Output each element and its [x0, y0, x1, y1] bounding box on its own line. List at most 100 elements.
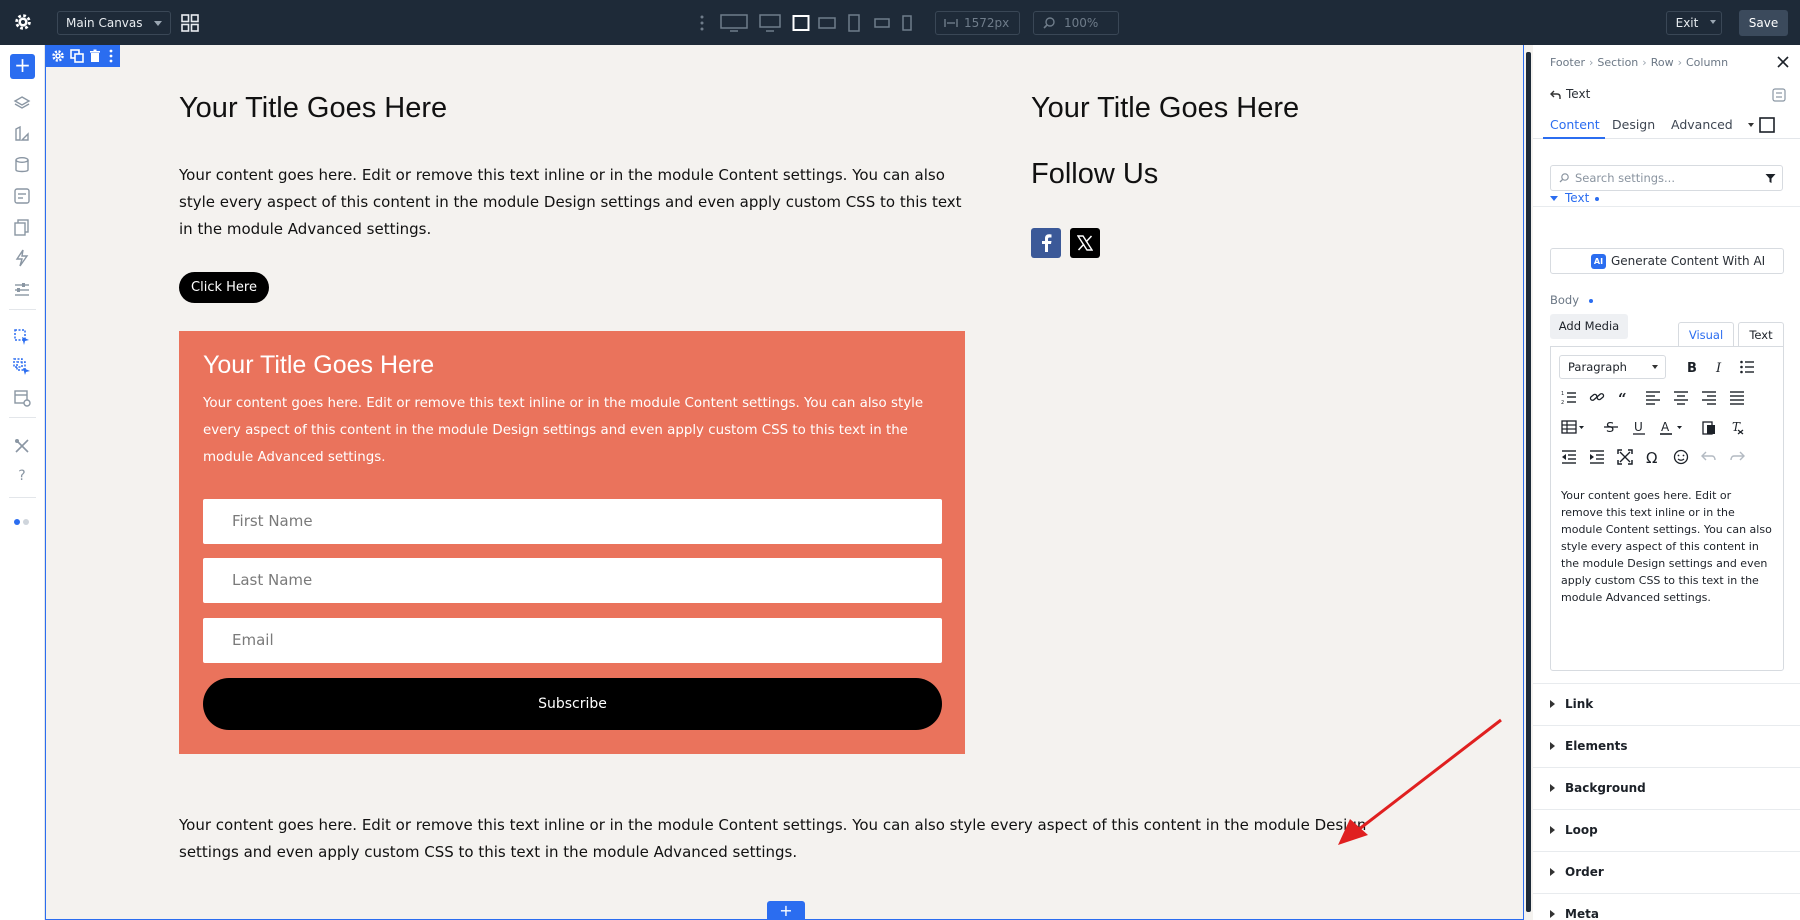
- gear-icon[interactable]: [12, 11, 34, 33]
- indent-icon[interactable]: [1589, 449, 1605, 465]
- panel-resize-handle[interactable]: [1526, 52, 1531, 912]
- follow-us-title[interactable]: Follow Us: [1031, 158, 1158, 191]
- page-settings-icon[interactable]: [13, 187, 31, 205]
- bold-icon[interactable]: B: [1683, 359, 1699, 375]
- search-placeholder: Search settings...: [1575, 171, 1675, 185]
- strikethrough-icon[interactable]: S: [1603, 419, 1619, 435]
- editor-content[interactable]: Your content goes here. Edit or remove t…: [1561, 487, 1775, 606]
- right-column-title[interactable]: Your Title Goes Here: [1031, 92, 1299, 125]
- help-icon[interactable]: ?: [13, 467, 31, 485]
- zoom-field[interactable]: 100%: [1033, 11, 1119, 35]
- link-icon[interactable]: [1589, 389, 1605, 405]
- accordion-elements[interactable]: Elements: [1533, 725, 1800, 767]
- subscribe-button[interactable]: Subscribe: [203, 678, 942, 730]
- tab-advanced[interactable]: Advanced: [1671, 117, 1733, 132]
- column-settings-icon[interactable]: [51, 49, 65, 63]
- accordion-loop[interactable]: Loop: [1533, 809, 1800, 851]
- canvas-select[interactable]: Main Canvas: [57, 11, 171, 35]
- accordion-background[interactable]: Background: [1533, 767, 1800, 809]
- preset-icon[interactable]: [1759, 117, 1775, 133]
- more-vertical-icon[interactable]: [700, 14, 704, 32]
- exit-menu-caret-icon[interactable]: [1710, 20, 1716, 24]
- align-right-icon[interactable]: [1701, 389, 1717, 405]
- tablet-landscape-icon[interactable]: [818, 14, 836, 32]
- outdent-icon[interactable]: [1561, 449, 1577, 465]
- design-library-icon[interactable]: [13, 125, 31, 143]
- italic-icon[interactable]: I: [1711, 359, 1727, 375]
- more-vertical-icon[interactable]: [109, 49, 113, 63]
- bullet-list-icon[interactable]: [1739, 359, 1755, 375]
- tabs-menu-caret-icon[interactable]: [1748, 123, 1754, 127]
- desktop-wide-icon[interactable]: [720, 14, 748, 32]
- layers-icon[interactable]: [13, 94, 31, 112]
- table-icon[interactable]: [1561, 419, 1585, 435]
- facebook-button[interactable]: [1031, 228, 1061, 258]
- back-arrow-icon[interactable]: [1550, 89, 1561, 100]
- exit-button[interactable]: Exit: [1667, 12, 1707, 34]
- redo-icon[interactable]: [1729, 449, 1745, 465]
- breadcrumb-column[interactable]: Column: [1686, 56, 1728, 69]
- align-center-icon[interactable]: [1673, 389, 1689, 405]
- editor-tab-visual[interactable]: Visual: [1678, 322, 1734, 347]
- optin-text[interactable]: Your content goes here. Edit or remove t…: [203, 390, 943, 471]
- emoji-icon[interactable]: [1673, 449, 1689, 465]
- canvas-width-field[interactable]: 1572px: [935, 11, 1020, 35]
- generate-ai-button[interactable]: AI Generate Content With AI: [1550, 248, 1784, 274]
- paragraph-select[interactable]: Paragraph: [1559, 355, 1666, 379]
- accordion-meta[interactable]: Meta: [1533, 893, 1800, 920]
- align-left-icon[interactable]: [1645, 389, 1661, 405]
- module-options-icon[interactable]: [1772, 88, 1786, 102]
- trash-icon[interactable]: [89, 49, 101, 63]
- grid-icon[interactable]: [181, 14, 199, 32]
- fullscreen-icon[interactable]: [1617, 449, 1633, 465]
- save-button[interactable]: Save: [1739, 10, 1788, 36]
- layout-preview-icon[interactable]: [13, 389, 31, 407]
- tab-design[interactable]: Design: [1612, 117, 1655, 132]
- laptop-active-icon[interactable]: [792, 14, 810, 32]
- phone-landscape-icon[interactable]: [874, 14, 890, 32]
- database-icon[interactable]: [13, 156, 31, 174]
- tools-icon[interactable]: [13, 437, 31, 455]
- pages-icon[interactable]: [13, 218, 31, 236]
- last-name-field[interactable]: Last Name: [203, 558, 942, 603]
- phone-portrait-icon[interactable]: [902, 14, 912, 32]
- sliders-icon[interactable]: [13, 280, 31, 298]
- multi-select-icon[interactable]: [13, 358, 31, 376]
- desktop-icon[interactable]: [759, 14, 781, 32]
- clear-formatting-icon[interactable]: T: [1729, 419, 1745, 435]
- lightning-icon[interactable]: [13, 249, 31, 267]
- breadcrumb-row[interactable]: Row: [1651, 56, 1674, 69]
- add-module-button[interactable]: +: [10, 54, 35, 79]
- bottom-text[interactable]: Your content goes here. Edit or remove t…: [179, 812, 1399, 866]
- left-column-text[interactable]: Your content goes here. Edit or remove t…: [179, 162, 979, 243]
- add-row-button[interactable]: +: [767, 901, 805, 920]
- click-here-button[interactable]: Click Here: [179, 272, 269, 303]
- tab-content[interactable]: Content: [1550, 117, 1600, 132]
- left-column-title[interactable]: Your Title Goes Here: [179, 92, 447, 125]
- paste-text-icon[interactable]: [1701, 419, 1717, 435]
- x-twitter-button[interactable]: [1070, 228, 1100, 258]
- breadcrumb-footer[interactable]: Footer: [1550, 56, 1585, 69]
- undo-icon[interactable]: [1701, 449, 1717, 465]
- tablet-portrait-icon[interactable]: [848, 14, 860, 32]
- accordion-link[interactable]: Link: [1533, 683, 1800, 725]
- quote-icon[interactable]: “: [1617, 389, 1633, 405]
- filter-icon[interactable]: [1765, 173, 1776, 184]
- email-field[interactable]: Email: [203, 618, 942, 663]
- search-settings-input[interactable]: Search settings...: [1550, 165, 1783, 191]
- accordion-order[interactable]: Order: [1533, 851, 1800, 893]
- optin-title[interactable]: Your Title Goes Here: [203, 351, 434, 380]
- click-select-icon[interactable]: [13, 328, 31, 346]
- close-icon[interactable]: [1776, 55, 1790, 69]
- underline-icon[interactable]: U: [1631, 419, 1647, 435]
- numbered-list-icon[interactable]: 12: [1561, 389, 1577, 405]
- duplicate-icon[interactable]: [70, 49, 84, 63]
- breadcrumb-section[interactable]: Section: [1597, 56, 1638, 69]
- first-name-field[interactable]: First Name: [203, 499, 942, 544]
- editor-tab-text[interactable]: Text: [1738, 322, 1784, 347]
- mode-toggle-icon[interactable]: [13, 513, 31, 531]
- add-media-button[interactable]: Add Media: [1550, 314, 1628, 339]
- text-color-icon[interactable]: A: [1659, 419, 1685, 435]
- align-justify-icon[interactable]: [1729, 389, 1745, 405]
- special-character-icon[interactable]: Ω: [1645, 449, 1661, 465]
